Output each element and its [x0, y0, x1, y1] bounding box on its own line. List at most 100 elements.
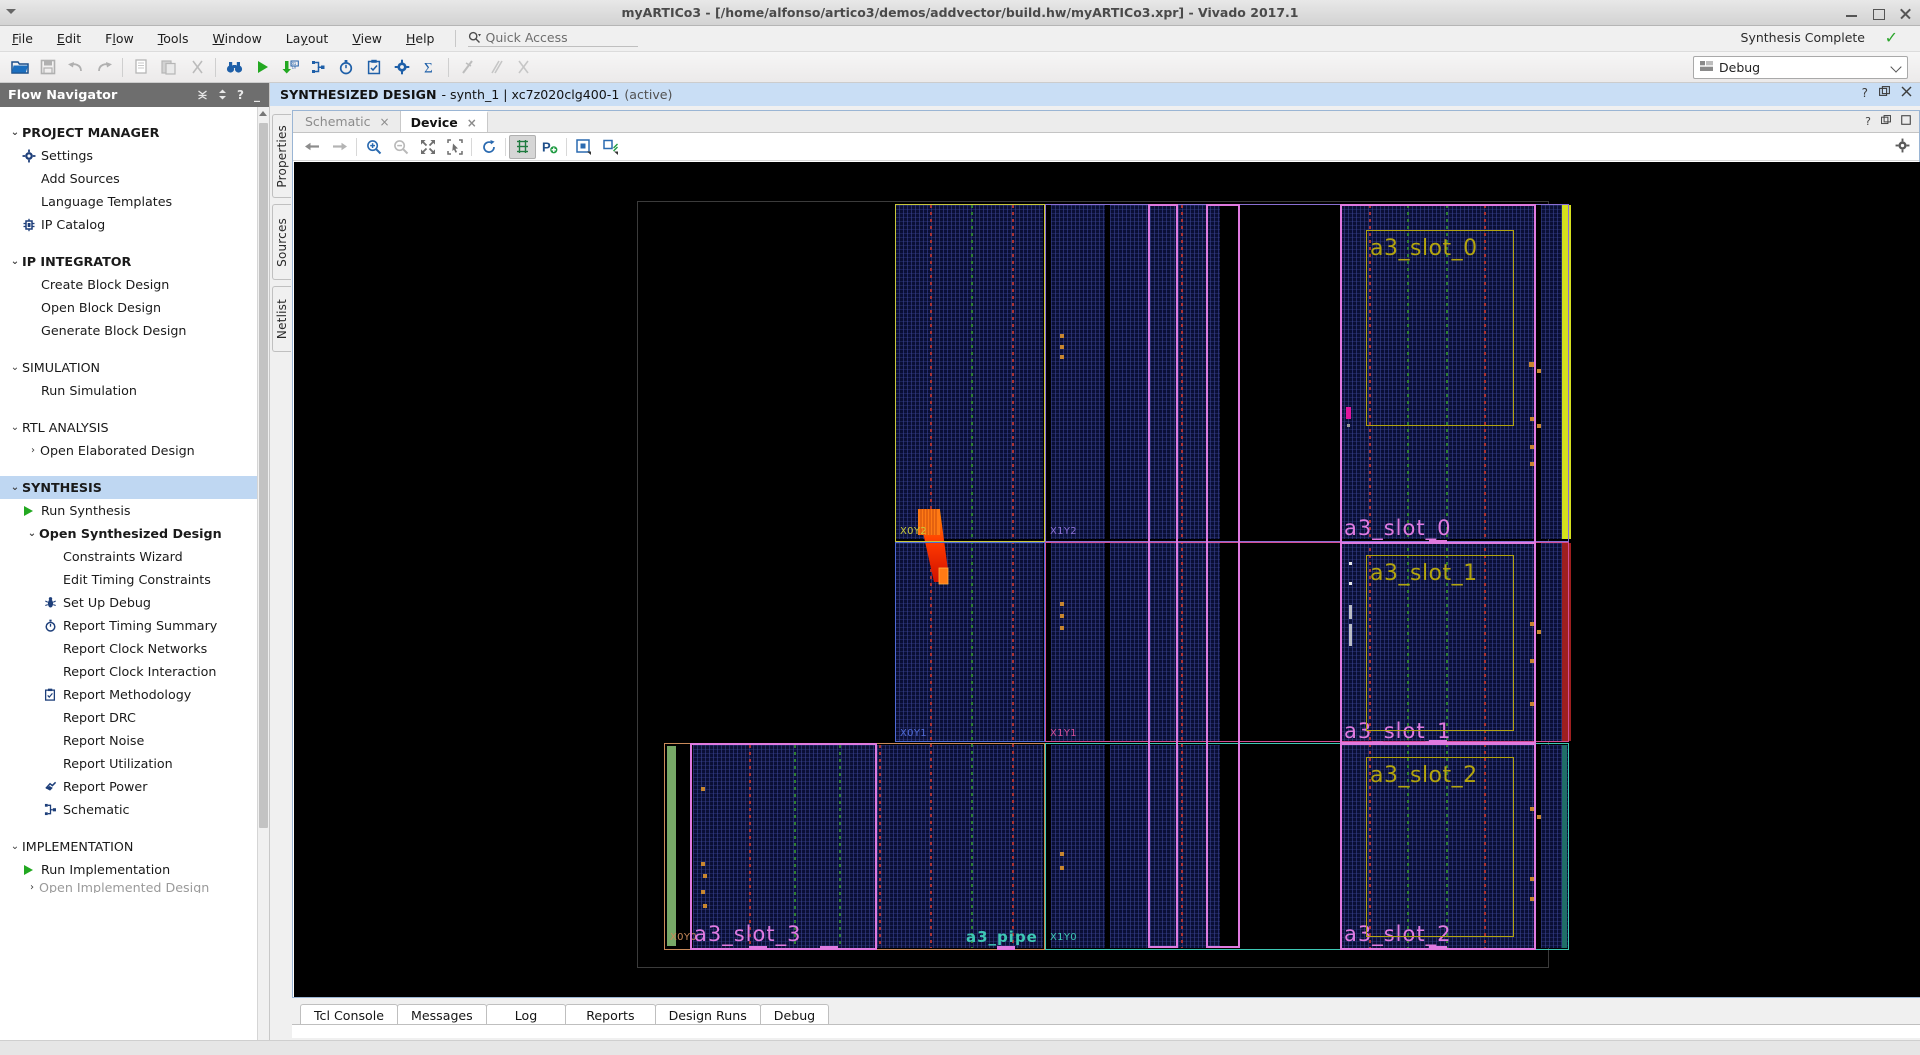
- minimize-panel-icon[interactable]: _: [254, 89, 260, 101]
- schematic-icon[interactable]: [304, 54, 332, 80]
- sidebar-item-report-power[interactable]: Report Power: [0, 775, 269, 798]
- vertical-tab-properties[interactable]: Properties: [272, 114, 291, 198]
- close-icon[interactable]: ×: [467, 116, 477, 130]
- layout-select[interactable]: Debug: [1693, 56, 1908, 79]
- float-icon[interactable]: [1881, 115, 1891, 128]
- maximize-icon[interactable]: [1901, 115, 1911, 128]
- sidebar-item-schematic[interactable]: Schematic: [0, 798, 269, 821]
- sidebar-item-report-clock-interaction[interactable]: Report Clock Interaction: [0, 660, 269, 683]
- sidebar-item-report-noise[interactable]: Report Noise: [0, 729, 269, 752]
- report-timing-icon[interactable]: [332, 54, 360, 80]
- sidebar-scrollbar[interactable]: [257, 107, 269, 1055]
- tab-schematic[interactable]: Schematic ×: [295, 111, 401, 132]
- pblock-handle[interactable]: [997, 946, 1015, 950]
- bottom-tab-messages[interactable]: Messages: [396, 1004, 487, 1026]
- sidebar-group-simulation[interactable]: ⌄ SIMULATION: [0, 356, 269, 379]
- sidebar-item-run-synthesis[interactable]: Open Synthesized Design Run Synthesis: [0, 499, 269, 522]
- highlight-region-icon[interactable]: [570, 135, 597, 159]
- zoom-area-icon[interactable]: [441, 135, 468, 159]
- menu-window[interactable]: Window: [201, 28, 274, 49]
- sidebar-item-report-timing-summary[interactable]: Report Timing Summary: [0, 614, 269, 637]
- sidebar-item-language-templates[interactable]: Language Templates: [0, 190, 269, 213]
- settings-gear-icon[interactable]: [388, 54, 416, 80]
- pblock-a3_slot_3[interactable]: [690, 743, 877, 950]
- close-button[interactable]: [1899, 7, 1912, 20]
- sidebar-item-settings[interactable]: Settings: [0, 144, 269, 167]
- close-icon[interactable]: [1901, 86, 1912, 100]
- zoom-fit-icon[interactable]: [414, 135, 441, 159]
- forward-arrow-icon[interactable]: [326, 135, 353, 159]
- implement-icon[interactable]: 01 10: [276, 54, 304, 80]
- sidebar-item-open-synthesized-design[interactable]: ⌄ Open Synthesized Design: [0, 522, 269, 545]
- sidebar-item-open-elaborated-design[interactable]: › Open Elaborated Design: [0, 439, 269, 462]
- sidebar-item-constraints-wizard[interactable]: Constraints Wizard: [0, 545, 269, 568]
- menu-help[interactable]: Help: [394, 28, 447, 49]
- device-settings-gear-icon[interactable]: [1895, 138, 1910, 156]
- help-icon[interactable]: ?: [1862, 86, 1868, 100]
- select-region-icon[interactable]: [597, 135, 624, 159]
- window-menu-icon[interactable]: [6, 9, 16, 14]
- sidebar-item-run-implementation[interactable]: Run Implementation: [0, 858, 269, 881]
- clock-region-X0Y2[interactable]: [895, 204, 1045, 542]
- pblock-vertical-strip-b[interactable]: [1148, 204, 1178, 948]
- pblock-handle[interactable]: [1429, 946, 1447, 950]
- vertical-tab-netlist[interactable]: Netlist: [272, 286, 291, 352]
- binocular-search-icon[interactable]: [220, 54, 248, 80]
- pblock-vertical-strip-a[interactable]: [1206, 204, 1240, 948]
- run-play-icon[interactable]: [248, 54, 276, 80]
- sidebar-item-report-methodology[interactable]: Report Methodology: [0, 683, 269, 706]
- scroll-up-icon[interactable]: [259, 111, 267, 116]
- bottom-tab-tcl-console[interactable]: Tcl Console: [300, 1004, 398, 1026]
- bottom-tab-reports[interactable]: Reports: [565, 1004, 656, 1026]
- sidebar-item-open-block-design[interactable]: Open Block Design: [0, 296, 269, 319]
- sidebar-item-run-simulation[interactable]: Run Simulation: [0, 379, 269, 402]
- menu-file[interactable]: File: [0, 28, 45, 49]
- pblock-handle[interactable]: [1429, 540, 1447, 544]
- close-icon[interactable]: ×: [380, 115, 390, 129]
- device-view-canvas[interactable]: X0Y2 X1Y2 X0Y1 X1Y1 X0Y0 X1Y0 a3_slot_0 …: [294, 162, 1920, 997]
- sidebar-group-implementation[interactable]: ⌄ IMPLEMENTATION: [0, 835, 269, 858]
- sigma-report-icon[interactable]: Σ: [416, 54, 444, 80]
- vertical-tab-sources[interactable]: Sources: [272, 204, 291, 280]
- help-icon[interactable]: ?: [1865, 115, 1871, 128]
- menu-tools[interactable]: Tools: [146, 28, 201, 49]
- expand-icon[interactable]: [218, 89, 227, 102]
- sidebar-item-open-implemented-design[interactable]: › Open Implemented Design: [0, 881, 269, 893]
- sidebar-item-generate-block-design[interactable]: Generate Block Design: [0, 319, 269, 342]
- menu-flow[interactable]: Flow: [93, 28, 146, 49]
- report-methodology-icon[interactable]: [360, 54, 388, 80]
- menu-view[interactable]: View: [340, 28, 394, 49]
- zoom-in-icon[interactable]: [360, 135, 387, 159]
- bottom-tab-design-runs[interactable]: Design Runs: [654, 1004, 761, 1026]
- help-icon[interactable]: ?: [237, 89, 244, 101]
- maximize-button[interactable]: [1872, 7, 1885, 20]
- sidebar-group-rtl-analysis[interactable]: ⌄ RTL ANALYSIS: [0, 416, 269, 439]
- sidebar-group-project-manager[interactable]: ⌄ PROJECT MANAGER: [0, 121, 269, 144]
- pblock-handle[interactable]: [1429, 740, 1447, 744]
- back-arrow-icon[interactable]: [299, 135, 326, 159]
- pblock-handle[interactable]: [820, 946, 838, 950]
- tab-device[interactable]: Device ×: [400, 111, 488, 132]
- zoom-out-icon[interactable]: [387, 135, 414, 159]
- collapse-all-icon[interactable]: [197, 89, 208, 102]
- sidebar-item-edit-timing-constraints[interactable]: Edit Timing Constraints: [0, 568, 269, 591]
- quick-access-box[interactable]: Quick Access: [467, 30, 638, 47]
- minimize-button[interactable]: [1845, 7, 1858, 20]
- sidebar-item-add-sources[interactable]: Add Sources: [0, 167, 269, 190]
- sidebar-item-ip-catalog[interactable]: IP Catalog: [0, 213, 269, 236]
- sidebar-item-set-up-debug[interactable]: Set Up Debug: [0, 591, 269, 614]
- sidebar-group-synthesis[interactable]: ⌄ SYNTHESIS: [0, 476, 269, 499]
- refresh-icon[interactable]: [475, 135, 502, 159]
- clock-region-X0Y1[interactable]: [895, 542, 1045, 742]
- sidebar-item-report-utilization[interactable]: Report Utilization: [0, 752, 269, 775]
- pblock-handle[interactable]: [749, 946, 767, 950]
- sidebar-item-report-drc[interactable]: Report DRC: [0, 706, 269, 729]
- sidebar-group-ip-integrator[interactable]: ⌄ IP INTEGRATOR: [0, 250, 269, 273]
- float-icon[interactable]: [1879, 86, 1890, 100]
- bottom-tab-debug[interactable]: Debug: [759, 1004, 830, 1026]
- menu-layout[interactable]: Layout: [274, 28, 341, 49]
- scrollbar-thumb[interactable]: [259, 123, 268, 828]
- routing-resources-icon[interactable]: [509, 134, 536, 159]
- add-pblock-icon[interactable]: P: [536, 135, 563, 159]
- bottom-tab-log[interactable]: Log: [485, 1004, 567, 1026]
